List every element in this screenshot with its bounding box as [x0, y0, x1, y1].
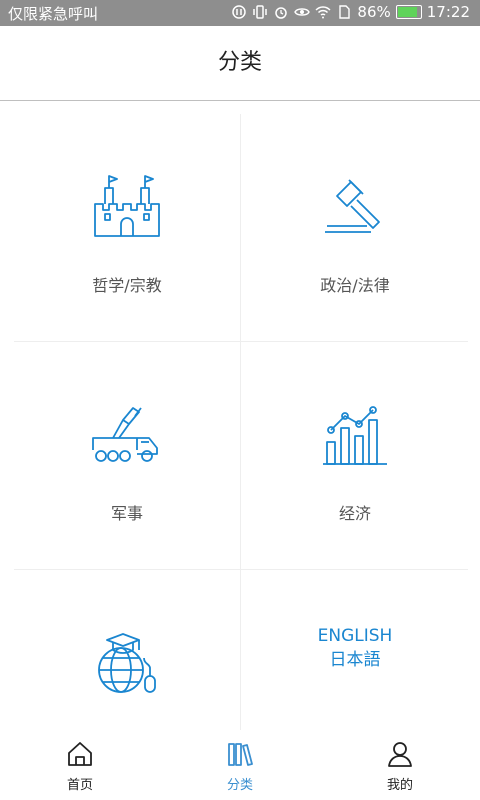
alarm-icon [275, 7, 288, 19]
category-politics-law[interactable]: 政治/法律 [242, 114, 468, 341]
eye-icon [294, 8, 311, 16]
books-icon [228, 743, 253, 766]
grid-divider-vertical [240, 114, 241, 730]
bar-chart-icon [323, 406, 387, 465]
category-label: 政治/法律 [320, 276, 390, 295]
nfc-icon [232, 5, 247, 19]
castle-icon [94, 175, 160, 237]
tab-label: 首页 [66, 778, 93, 793]
category-economics[interactable]: 经济 [242, 342, 468, 569]
tab-label: 分类 [226, 778, 253, 793]
bottom-tab-bar: 首页 分类 我的 [0, 730, 480, 800]
category-label: 经济 [338, 504, 371, 523]
category-philosophy-religion[interactable]: 哲学/宗教 [14, 114, 240, 341]
user-icon [388, 742, 412, 767]
tab-category[interactable]: 分类 [160, 730, 320, 800]
military-truck-icon [92, 407, 158, 462]
japanese-label: 日本語 [329, 650, 381, 670]
status-bar: 仅限紧急呼叫 86% 17:22 [0, 0, 480, 26]
category-label: 军事 [110, 504, 143, 523]
tab-profile[interactable]: 我的 [320, 730, 480, 800]
wifi-icon [315, 6, 331, 19]
english-label: ENGLISH [317, 626, 393, 646]
education-globe-icon [98, 633, 156, 693]
battery-percent: 86% [357, 3, 391, 21]
category-label: 哲学/宗教 [92, 276, 162, 295]
vibrate-icon [253, 5, 268, 19]
carrier-text: 仅限紧急呼叫 [8, 5, 99, 23]
sim-icon [339, 5, 351, 19]
clock-time: 17:22 [426, 3, 470, 21]
battery-icon [395, 5, 422, 19]
gavel-icon [325, 179, 380, 233]
header: 分类 [0, 26, 480, 101]
tab-label: 我的 [386, 778, 413, 793]
home-icon [68, 742, 92, 766]
page-title: 分类 [217, 50, 262, 75]
tab-home[interactable]: 首页 [0, 730, 160, 800]
category-military[interactable]: 军事 [14, 342, 240, 569]
status-icons: 86% 17:22 [231, 3, 470, 21]
language-text-icon: ENGLISH 日本語 [242, 624, 468, 672]
